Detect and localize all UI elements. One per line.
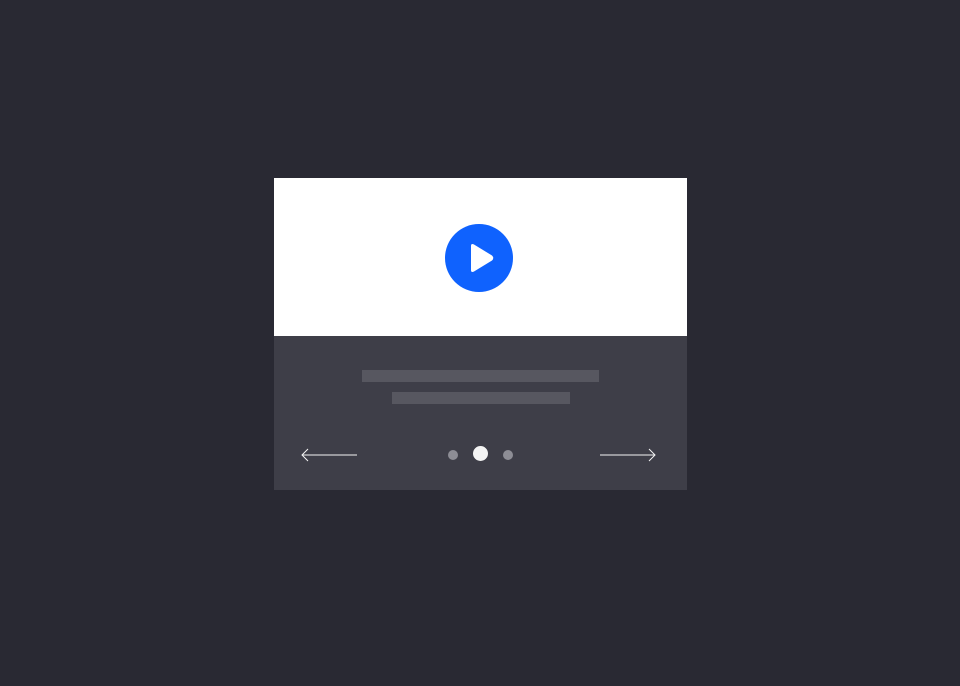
previous-slide-button[interactable] — [300, 444, 360, 466]
carousel-card — [274, 178, 687, 490]
carousel-footer — [274, 336, 687, 490]
play-icon — [471, 244, 494, 272]
next-slide-button[interactable] — [598, 444, 658, 466]
arrow-left-icon — [301, 448, 357, 462]
title-placeholder-line — [362, 370, 599, 382]
arrow-right-icon — [600, 448, 656, 462]
play-button[interactable] — [445, 224, 513, 292]
pagination-dot-1[interactable] — [448, 450, 458, 460]
subtitle-placeholder-line — [392, 392, 570, 404]
video-media-area — [274, 178, 687, 336]
pagination-dot-3[interactable] — [503, 450, 513, 460]
pagination-dot-2-active[interactable] — [473, 446, 488, 461]
